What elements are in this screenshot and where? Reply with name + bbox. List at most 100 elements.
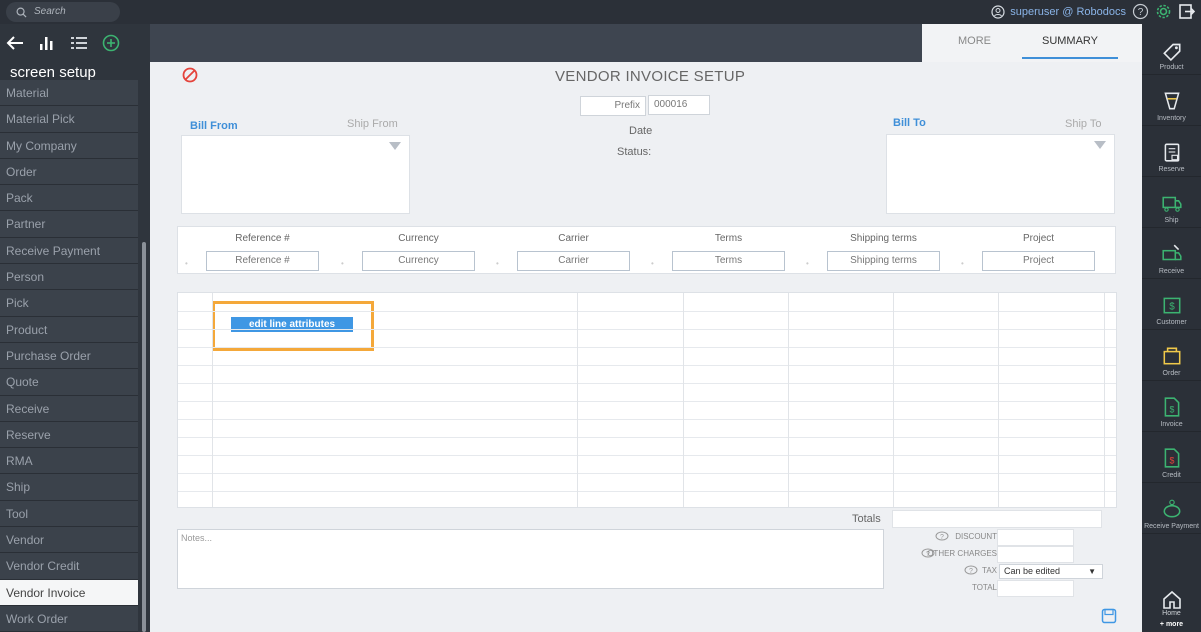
totals-label: Totals bbox=[852, 513, 881, 525]
sidebar-item[interactable]: Pack bbox=[0, 185, 138, 212]
sidebar-item[interactable]: Pick bbox=[0, 290, 138, 317]
project-column: Project • Project bbox=[961, 233, 1116, 271]
rightbar-item[interactable]: Ship bbox=[1142, 177, 1201, 228]
prefix-field[interactable]: Prefix bbox=[580, 96, 646, 116]
other-charges-value[interactable] bbox=[997, 546, 1074, 563]
sidebar-item[interactable]: Reserve bbox=[0, 421, 138, 449]
reference-input[interactable]: Reference # bbox=[206, 251, 319, 271]
grid-column-line bbox=[683, 293, 684, 507]
discount-value[interactable] bbox=[997, 529, 1074, 546]
home-button[interactable]: Home + more bbox=[1142, 574, 1201, 632]
sidebar-item[interactable]: Purchase Order bbox=[0, 342, 138, 370]
required-marker: • bbox=[341, 259, 344, 268]
rightbar-item-label: Receive bbox=[1158, 268, 1185, 275]
reference-panel: Reference # • Reference # Currency • Cur… bbox=[177, 226, 1116, 274]
grid-row-line bbox=[178, 491, 1116, 492]
rightbar-item[interactable]: Product bbox=[1142, 24, 1201, 75]
search-placeholder: Search bbox=[34, 6, 66, 17]
invoice-icon: $ bbox=[1164, 397, 1179, 417]
rightbar-item[interactable]: $ Customer bbox=[1142, 279, 1201, 330]
sidebar-item[interactable]: Material bbox=[0, 80, 138, 107]
more-link[interactable]: + more bbox=[1160, 621, 1183, 628]
top-bar: Search superuser @ Robodocs ? bbox=[0, 0, 1201, 24]
sidebar-item[interactable]: My Company bbox=[0, 132, 138, 159]
rightbar-item[interactable]: Order bbox=[1142, 330, 1201, 381]
bar-chart-icon[interactable] bbox=[38, 35, 56, 51]
search-input[interactable]: Search bbox=[6, 2, 120, 22]
receive-icon bbox=[1161, 244, 1182, 261]
sidebar-item[interactable]: Material Pick bbox=[0, 106, 138, 133]
sidebar-item[interactable]: Order bbox=[0, 158, 138, 186]
rightbar-item[interactable]: Reserve bbox=[1142, 126, 1201, 177]
shipping-terms-column: Shipping terms • Shipping terms bbox=[806, 233, 961, 271]
grid-row-line bbox=[178, 347, 1116, 348]
line-items-grid[interactable]: edit line attributes bbox=[177, 292, 1117, 508]
sidebar-item[interactable]: RMA bbox=[0, 448, 138, 475]
required-marker: • bbox=[496, 259, 499, 268]
help-icon[interactable]: ? bbox=[1132, 3, 1149, 20]
dropdown-arrow-icon[interactable] bbox=[1094, 141, 1106, 149]
dropdown-arrow-icon[interactable] bbox=[389, 142, 401, 150]
other-charges-label: OTHER CHARGES bbox=[927, 549, 997, 558]
grid-row-line bbox=[178, 311, 1116, 312]
bill-to-label[interactable]: Bill To bbox=[893, 117, 926, 129]
discount-label: DISCOUNT bbox=[955, 532, 997, 541]
sidebar-item[interactable]: Tool bbox=[0, 500, 138, 528]
currency-input[interactable]: Currency bbox=[362, 251, 475, 271]
add-circle-icon[interactable] bbox=[102, 34, 120, 52]
rightbar-item-label: Customer bbox=[1156, 319, 1187, 326]
required-marker: • bbox=[651, 259, 654, 268]
sidebar-scrollbar[interactable] bbox=[142, 242, 146, 632]
user-menu[interactable]: superuser @ Robodocs bbox=[991, 0, 1126, 24]
terms-input[interactable]: Terms bbox=[672, 251, 785, 271]
sidebar-item[interactable]: Vendor Invoice bbox=[0, 579, 138, 606]
bill-from-address[interactable] bbox=[181, 135, 410, 214]
ship-to-label[interactable]: Ship To bbox=[1065, 118, 1102, 130]
sidebar-item[interactable]: Partner bbox=[0, 211, 138, 238]
svg-text:$: $ bbox=[1169, 301, 1175, 312]
bill-to-address[interactable] bbox=[886, 134, 1115, 214]
rightbar-item[interactable]: $ Credit bbox=[1142, 432, 1201, 483]
rightbar-item[interactable]: Receive bbox=[1142, 228, 1201, 279]
rightbar-item[interactable]: Receive Payment bbox=[1142, 483, 1201, 534]
user-icon bbox=[991, 5, 1005, 19]
grid-column-line bbox=[788, 293, 789, 507]
sidebar-item[interactable]: Product bbox=[0, 316, 138, 343]
invoice-number-field[interactable]: 000016 bbox=[648, 95, 710, 115]
bill-from-label[interactable]: Bill From bbox=[190, 120, 238, 132]
tab-summary[interactable]: SUMMARY bbox=[1022, 35, 1118, 59]
tax-select[interactable]: Can be edited ▼ bbox=[999, 564, 1103, 579]
grid-row-line bbox=[178, 419, 1116, 420]
sidebar-item[interactable]: Receive bbox=[0, 395, 138, 422]
rightbar-item[interactable]: $ Invoice bbox=[1142, 381, 1201, 432]
inventory-icon bbox=[1163, 92, 1180, 110]
rightbar-item[interactable]: Inventory bbox=[1142, 75, 1201, 126]
sidebar-item[interactable]: Vendor bbox=[0, 527, 138, 554]
sidebar-item[interactable]: Work Order bbox=[0, 605, 138, 632]
settings-gear-icon[interactable] bbox=[1155, 3, 1172, 20]
main-content: VENDOR INVOICE SETUP Prefix 000016 Date … bbox=[150, 62, 1142, 632]
back-arrow-icon[interactable] bbox=[6, 35, 24, 51]
sidebar-item[interactable]: Vendor Credit bbox=[0, 553, 138, 580]
notes-textarea[interactable]: Notes... bbox=[177, 529, 884, 589]
sidebar-item[interactable]: Ship bbox=[0, 474, 138, 501]
order-icon bbox=[1163, 347, 1180, 365]
reserve-icon bbox=[1164, 143, 1179, 162]
required-marker: • bbox=[961, 259, 964, 268]
sidebar-item[interactable]: Quote bbox=[0, 369, 138, 396]
ship-from-label[interactable]: Ship From bbox=[347, 118, 398, 130]
sidebar-item[interactable]: Person bbox=[0, 264, 138, 291]
project-input[interactable]: Project bbox=[982, 251, 1095, 271]
logout-icon[interactable] bbox=[1178, 3, 1195, 20]
rightbar-item-label: Ship bbox=[1164, 217, 1179, 224]
save-icon[interactable] bbox=[1101, 608, 1117, 624]
shipping-terms-input[interactable]: Shipping terms bbox=[827, 251, 940, 271]
grid-row-line bbox=[178, 455, 1116, 456]
carrier-input[interactable]: Carrier bbox=[517, 251, 630, 271]
sidebar-item[interactable]: Receive Payment bbox=[0, 237, 138, 265]
list-icon[interactable] bbox=[70, 35, 88, 51]
tab-more[interactable]: MORE bbox=[958, 35, 991, 47]
totals-row: Totals bbox=[177, 510, 1117, 528]
cancel-icon[interactable] bbox=[181, 66, 199, 84]
sidebar: screen setup Material Material Pick My Com… bbox=[0, 24, 150, 632]
